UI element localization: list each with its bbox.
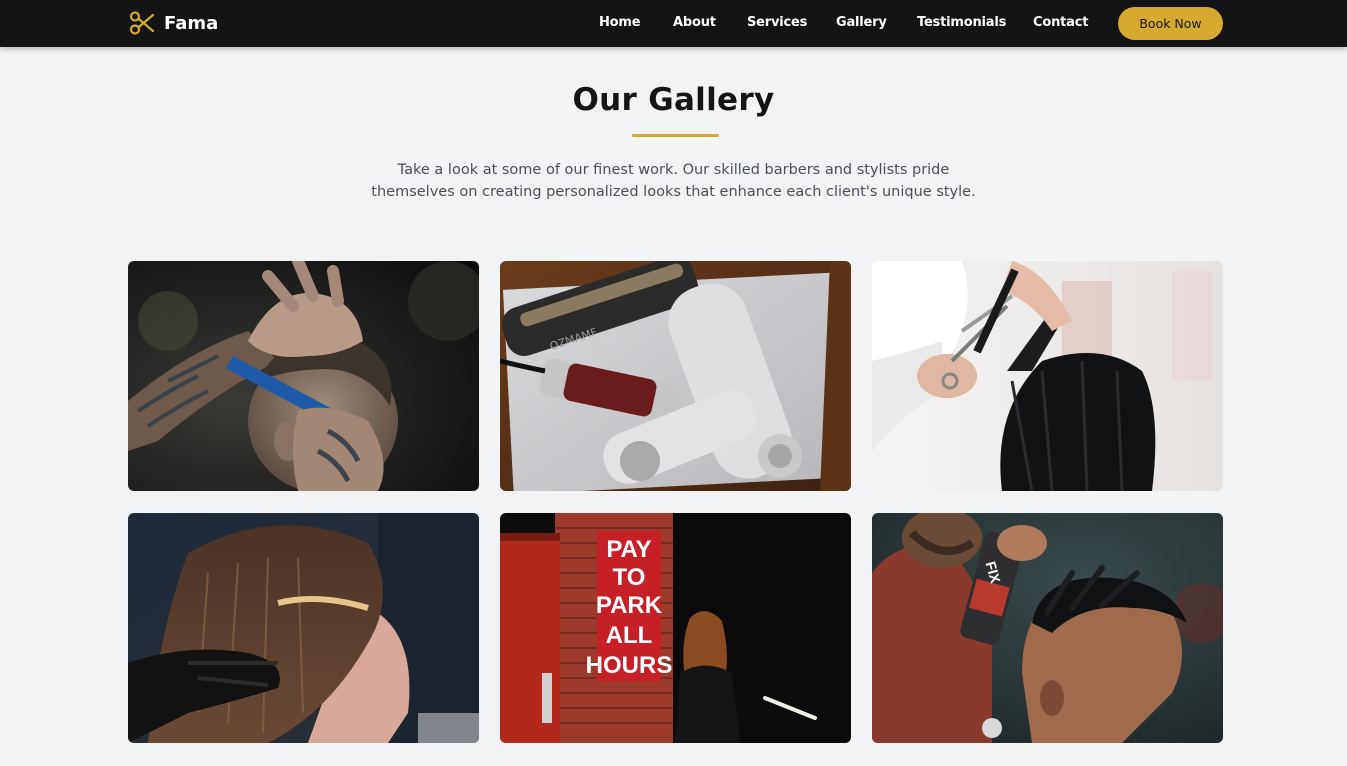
sign-line-3: PARK: [596, 592, 663, 619]
barber-fade-photo: [128, 261, 479, 491]
gallery-image-clipper-tools[interactable]: OZMAMF: [500, 261, 851, 491]
sign-line-5: HOURS: [586, 652, 673, 679]
pay-to-park-photo: PAY TO PARK ALL HOURS: [500, 513, 851, 743]
gallery-image-hairspray-styling[interactable]: FIX: [872, 513, 1223, 743]
clipper-tools-photo: OZMAMF: [500, 261, 851, 491]
gallery-image-scissor-cut[interactable]: [872, 261, 1223, 491]
navbar: Fama Home About Services Gallery Testimo…: [0, 0, 1347, 47]
sign-line-1: PAY: [606, 536, 651, 563]
nav-link-services[interactable]: Services: [747, 15, 807, 30]
hair-coloring-photo: [128, 513, 479, 743]
scissor-cut-photo: [872, 261, 1223, 491]
sign-line-2: TO: [613, 564, 646, 591]
nav-link-home[interactable]: Home: [599, 15, 641, 30]
gallery-image-barber-fade[interactable]: [128, 261, 479, 491]
section-title: Our Gallery: [572, 82, 775, 118]
title-underline: [632, 134, 719, 137]
nav-link-gallery[interactable]: Gallery: [836, 15, 887, 30]
section-description: Take a look at some of our finest work. …: [371, 162, 976, 200]
sign-line-4: ALL: [606, 622, 653, 649]
hairspray-styling-photo: FIX: [872, 513, 1223, 743]
gallery-image-hair-coloring[interactable]: [128, 513, 479, 743]
gallery-image-pay-to-park[interactable]: PAY TO PARK ALL HOURS: [500, 513, 851, 743]
nav-link-about[interactable]: About: [673, 15, 716, 30]
book-now-button[interactable]: Book Now: [1118, 7, 1223, 40]
nav-link-testimonials[interactable]: Testimonials: [917, 15, 1006, 30]
nav-link-contact[interactable]: Contact: [1033, 15, 1088, 30]
